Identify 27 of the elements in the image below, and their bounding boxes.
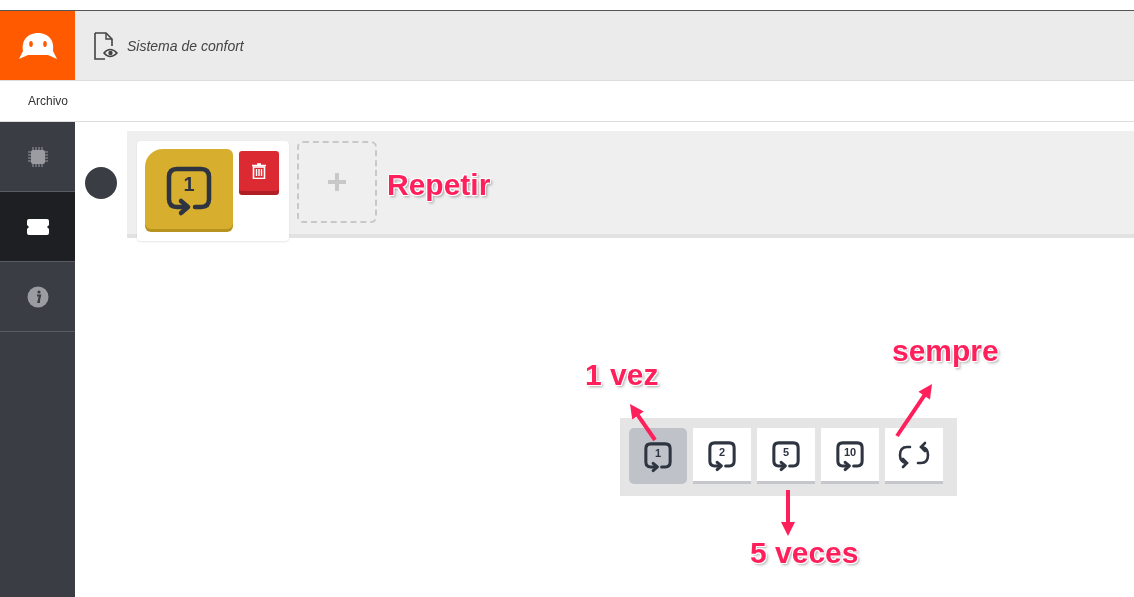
trash-icon xyxy=(252,163,266,179)
sidebar-tab[interactable] xyxy=(0,192,75,262)
repeat-count: 1 xyxy=(182,173,196,196)
project-title: Sistema de confort xyxy=(127,37,244,54)
chip-icon xyxy=(26,145,49,168)
arrow xyxy=(781,490,795,536)
document-eye-icon xyxy=(93,31,119,60)
annotation-label: Repetir xyxy=(387,168,491,202)
annotation-label: sempre xyxy=(892,334,999,368)
block-icon xyxy=(25,217,50,236)
robot-logo-icon[interactable] xyxy=(0,11,75,80)
file-menu[interactable]: Archivo xyxy=(0,94,68,108)
arrow xyxy=(630,404,657,442)
repeat-option[interactable]: 5 xyxy=(757,428,815,484)
arrow xyxy=(895,384,932,438)
repeat-option[interactable]: 10 xyxy=(821,428,879,484)
annotation-label: 5 veces xyxy=(750,536,859,570)
repeat-block[interactable]: 1 xyxy=(145,149,233,229)
start-node xyxy=(85,167,117,199)
repeat-option[interactable]: 1 xyxy=(629,428,687,484)
annotation-label: 1 vez xyxy=(585,358,659,392)
repeat-icon xyxy=(641,439,675,473)
plus-icon xyxy=(327,172,347,192)
repeat-option[interactable]: 2 xyxy=(693,428,751,484)
repeat-option[interactable] xyxy=(885,428,943,484)
loop-icon xyxy=(897,439,931,470)
info-icon xyxy=(26,285,49,308)
